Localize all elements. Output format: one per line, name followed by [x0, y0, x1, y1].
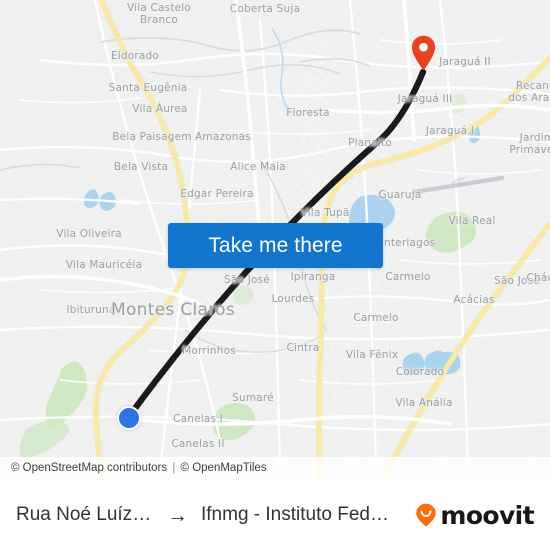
moovit-wordmark: moovit	[440, 500, 534, 530]
map-canvas[interactable]: Vila Castelo Branco Coberta Suja Eldorado S…	[0, 0, 550, 480]
route-summary-bar: Rua Noé Luíz S... → Ifnmg - Instituto Fe…	[0, 480, 550, 550]
route-origin-label[interactable]: Rua Noé Luíz S...	[16, 504, 156, 526]
take-me-there-button[interactable]: Take me there	[168, 223, 383, 268]
attribution-tiles[interactable]: © OpenMapTiles	[181, 462, 267, 474]
attribution-osm[interactable]: © OpenStreetMap contributors	[11, 462, 167, 474]
moovit-logo[interactable]: moovit	[413, 500, 535, 530]
attribution-separator: |	[172, 462, 176, 474]
moovit-pin-icon	[416, 503, 437, 527]
route-destination-label[interactable]: Ifnmg - Instituto Federal Do Nort...	[201, 504, 395, 526]
map-attribution: © OpenStreetMap contributors | © OpenMap…	[0, 457, 550, 480]
arrow-right-icon: →	[167, 503, 188, 527]
moovit-route-screen: Vila Castelo Branco Coberta Suja Eldorado S…	[0, 0, 550, 550]
origin-location-dot	[117, 406, 141, 430]
